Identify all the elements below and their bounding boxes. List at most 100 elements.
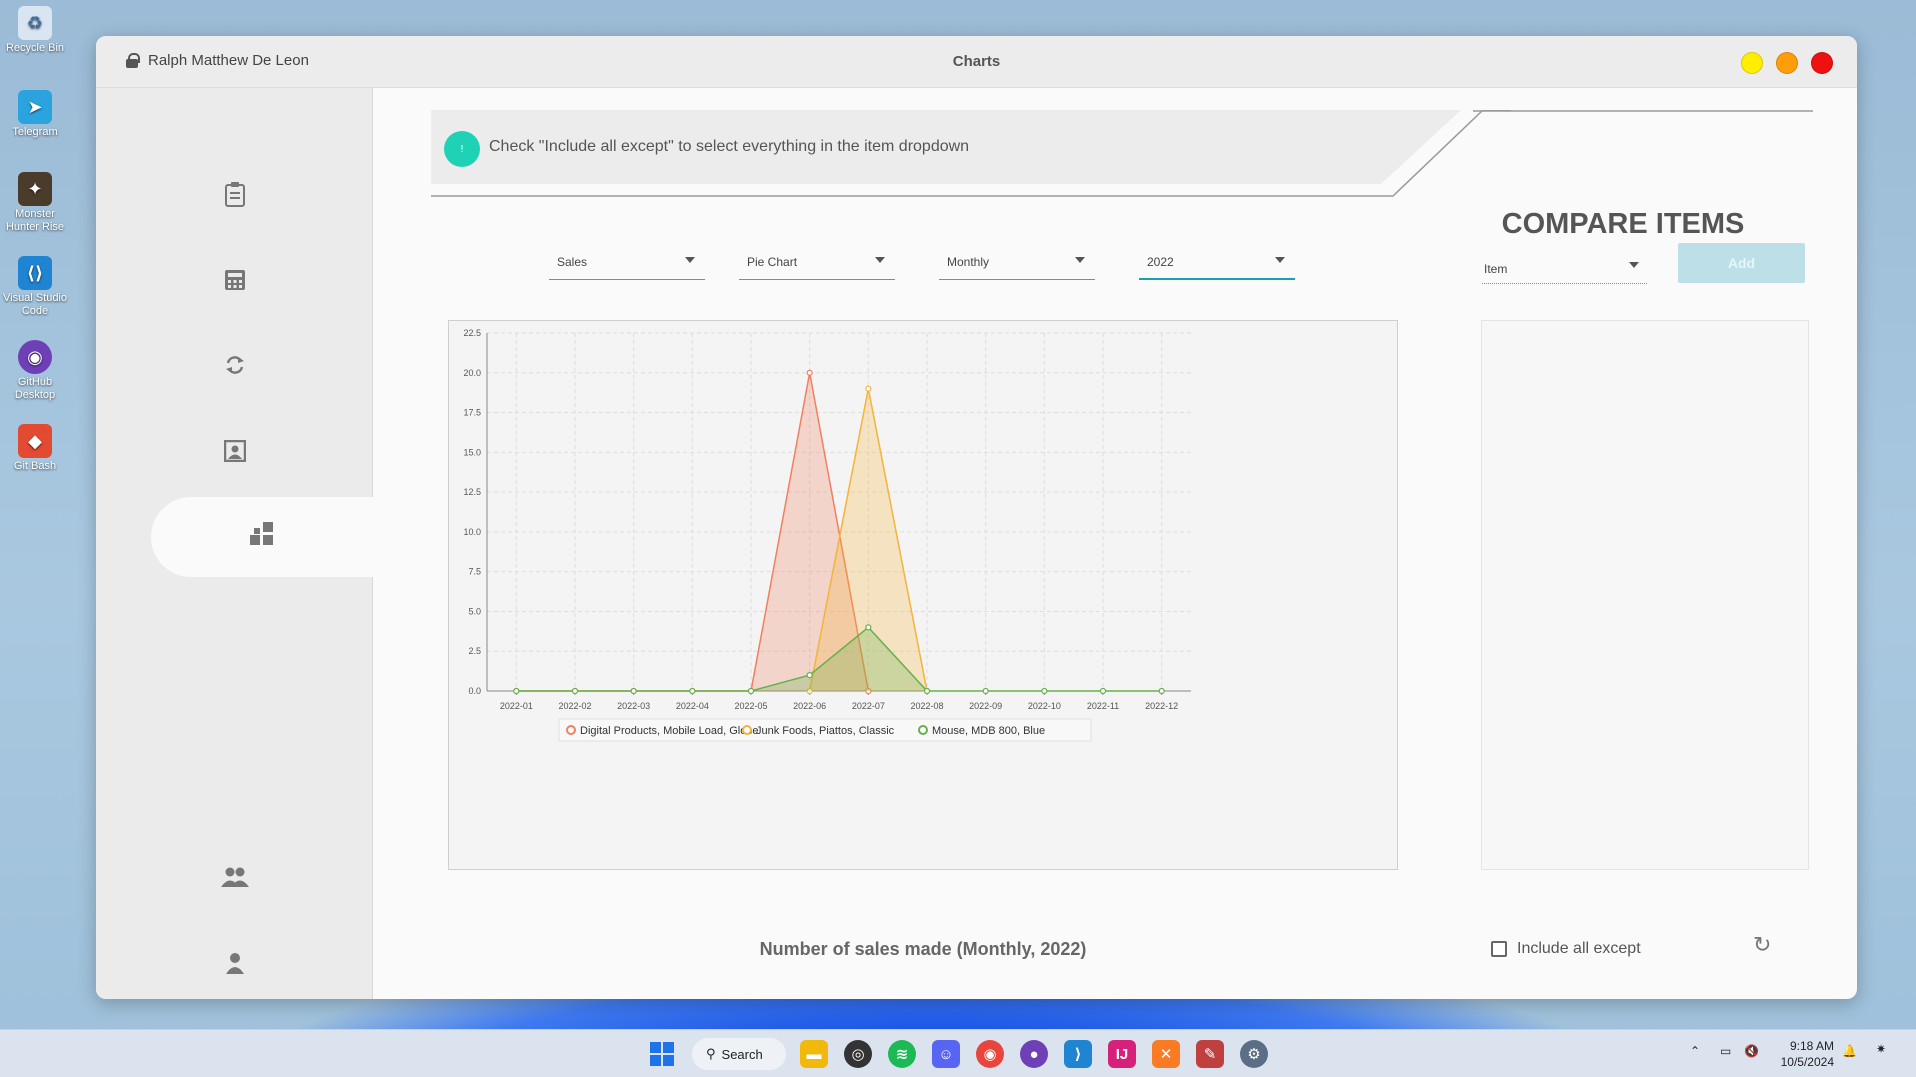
include-all-except-checkbox[interactable] [1491,941,1507,957]
desktop-icon-monster-hunter[interactable]: ✦ Monster Hunter Rise [0,172,70,234]
item-select-label: Item [1484,262,1508,276]
data-point [865,624,872,631]
window-title: Charts [952,53,1001,70]
obs-icon[interactable]: ◎ [844,1040,872,1068]
chevron-up-icon[interactable]: ⌃ [1690,1044,1700,1077]
period-select-value: Monthly [947,255,990,269]
data-point [923,687,931,695]
vscode-icon: ⟨⟩ [18,256,52,290]
chevron-down-icon [1075,257,1085,263]
desktop-icon-git-bash[interactable]: ◆ Git Bash [0,424,70,473]
sidebar-item-profile[interactable] [96,926,373,999]
system-clock[interactable]: 9:18 AM 10/5/2024 [1776,1038,1834,1070]
period-select[interactable]: Monthly [939,244,1095,280]
legend-label: Digital Products, Mobile Load, Globe [580,725,759,737]
add-button[interactable]: Add [1678,243,1805,283]
telegram-icon: ➤ [18,90,52,124]
sidebar-item-sync[interactable] [96,328,373,408]
users-icon [220,866,250,895]
maximize-button[interactable] [1776,52,1798,74]
x-tick-label: 2022-12 [1145,701,1178,711]
desktop-icon-github[interactable]: ◉ GitHub Desktop [0,340,70,402]
x-tick-label: 2022-09 [969,701,1002,711]
x-tick-label: 2022-04 [676,701,709,711]
compare-title: COMPARE ITEMS [1501,208,1745,240]
y-tick-label: 0.0 [468,686,481,696]
year-select[interactable]: 2022 [1139,244,1295,280]
header-rule [1473,110,1813,112]
sidebar-item-users[interactable] [96,840,373,920]
volume-muted-icon[interactable]: 🔇 [1744,1044,1759,1077]
legend-marker [742,725,752,735]
github-icon[interactable]: ● [1020,1040,1048,1068]
close-button[interactable] [1811,52,1833,74]
taskbar: ⚲ Search ▬ ◎ ≋ ☺ ◉ ● ⟩ IJ ✕ ✎ ⚙ ⌃ ▭ 🔇 9:… [0,1029,1916,1077]
hint-text: Check "Include all except" to select eve… [489,138,970,155]
desktop-icon-vscode[interactable]: ⟨⟩ Visual Studio Code [0,256,70,318]
y-tick-label: 12.5 [463,487,481,497]
user-icon [224,952,246,981]
chart-caption: Number of sales made (Monthly, 2022) [759,939,1087,959]
y-tick-label: 2.5 [468,646,481,656]
desktop-icon-recycle-bin[interactable]: ♻ Recycle Bin [0,6,70,55]
notification-bell-icon[interactable]: 🔔 [1842,1044,1857,1077]
x-tick-label: 2022-07 [852,701,885,711]
taskbar-search[interactable]: ⚲ Search [692,1038,786,1070]
clock-date: 10/5/2024 [1780,1055,1834,1069]
intellij-icon[interactable]: IJ [1108,1040,1136,1068]
include-all-except[interactable]: Include all except [1491,940,1641,958]
settings-icon[interactable]: ⚙ [1240,1040,1268,1068]
sidebar-item-charts[interactable] [151,497,373,577]
chart-type-select[interactable]: Pie Chart [739,244,895,280]
item-select[interactable]: Item [1482,248,1647,284]
data-point [747,687,755,695]
title-bar: Ralph Matthew De Leon Charts [96,36,1857,88]
desktop-icon-label: Telegram [12,126,58,138]
portrait-icon [223,439,246,469]
xampp-icon[interactable]: ✕ [1152,1040,1180,1068]
legend-label: Mouse, MDB 800, Blue [932,725,1045,737]
y-tick-label: 17.5 [463,408,481,418]
github-icon: ◉ [18,340,52,374]
windows-start-icon[interactable] [648,1040,676,1068]
file-explorer-icon[interactable]: ▬ [800,1040,828,1068]
chevron-down-icon [1629,262,1639,268]
desktop-icon-telegram[interactable]: ➤ Telegram [0,90,70,139]
refresh-icon[interactable]: ↻ [1753,932,1771,958]
desktop-icon-label: Monster Hunter Rise [5,208,65,233]
chrome-icon[interactable]: ◉ [976,1040,1004,1068]
y-tick-label: 10.0 [463,527,481,537]
git-icon: ◆ [18,424,52,458]
metric-select[interactable]: Sales [549,244,705,280]
network-icon[interactable]: ▭ [1720,1044,1731,1077]
dashboard-icon [249,521,275,554]
search-icon: ⚲ [706,1046,716,1061]
minimize-button[interactable] [1741,52,1763,74]
x-tick-label: 2022-05 [734,701,767,711]
data-point [806,671,813,679]
data-point [689,687,696,695]
java-app-icon[interactable]: ✎ [1196,1040,1224,1068]
data-point [1041,687,1048,695]
desktop-icon-label: Visual Studio Code [2,292,67,317]
data-point [571,687,579,695]
info-icon: ! [444,131,480,167]
copilot-icon[interactable]: ✷ [1876,1042,1886,1077]
sidebar-item-calculator[interactable] [96,243,373,323]
sidebar-item-gallery[interactable] [96,414,373,494]
spotify-icon[interactable]: ≋ [888,1040,916,1068]
data-point [865,385,872,392]
y-tick-label: 7.5 [468,567,481,577]
sidebar-item-records[interactable] [96,157,373,237]
y-tick-label: 20.0 [463,368,481,378]
clock-time: 9:18 AM [1789,1039,1834,1053]
discord-icon[interactable]: ☺ [932,1040,960,1068]
legend-marker [566,725,576,735]
metric-select-value: Sales [557,255,588,269]
chevron-down-icon [875,257,885,263]
vscode-icon[interactable]: ⟩ [1064,1040,1092,1068]
game-icon: ✦ [18,172,52,206]
x-tick-label: 2022-02 [558,701,591,711]
desktop-icon-label: Git Bash [13,460,57,472]
legend-label: Junk Foods, Piattos, Classic [756,725,895,737]
